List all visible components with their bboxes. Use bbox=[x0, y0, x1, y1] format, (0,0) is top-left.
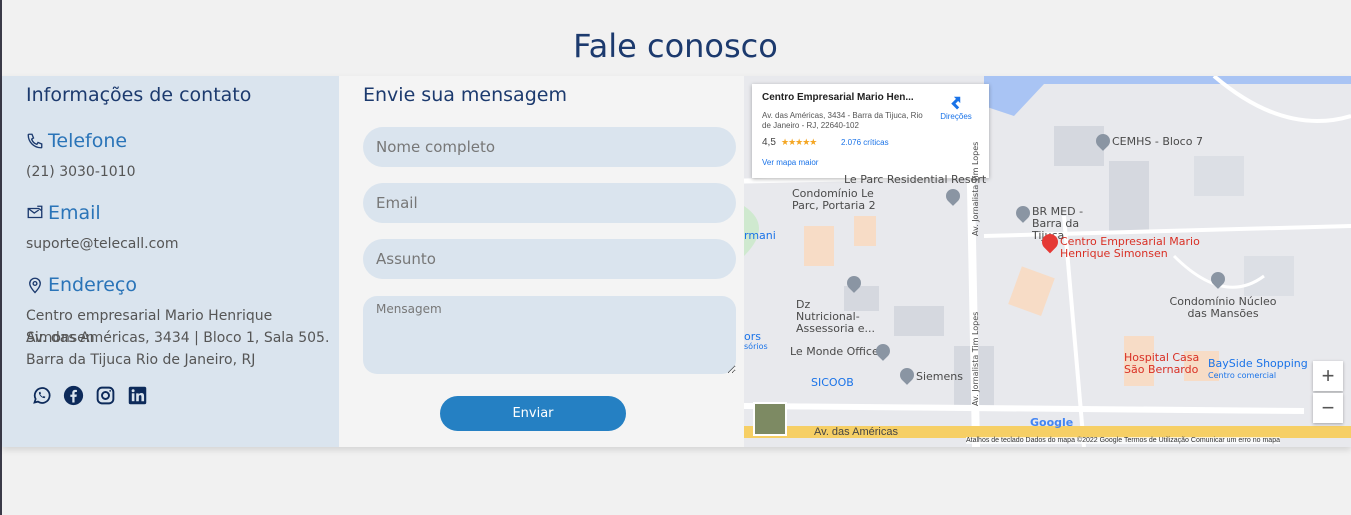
map-label-siemens: Siemens bbox=[916, 370, 963, 383]
contact-section: Informações de contato Telefone (21) 303… bbox=[2, 76, 1351, 447]
contact-heading: Informações de contato bbox=[26, 84, 252, 106]
phone-label: Telefone bbox=[26, 130, 127, 152]
address-label-text: Endereço bbox=[48, 274, 137, 296]
address-line-3: Barra da Tijuca Rio de Janeiro, RJ bbox=[26, 352, 256, 368]
address-line-2: Av. das Américas, 3434 | Bloco 1, Sala 5… bbox=[26, 330, 330, 346]
email-label-text: Email bbox=[48, 202, 101, 224]
phone-icon bbox=[27, 133, 43, 149]
map-label-sorios: sórios bbox=[744, 342, 768, 351]
rating-stars: ★★★★★ bbox=[781, 137, 817, 147]
map-label-dz: Dz Nutricional- Assessoria e... bbox=[796, 298, 876, 335]
social-links bbox=[30, 384, 148, 406]
map-label-condominio-nucleo: Condomínio Núcleo das Mansões bbox=[1169, 295, 1277, 320]
map-label-leparc: Le Parc Residential Resort bbox=[844, 173, 987, 186]
name-field[interactable] bbox=[363, 127, 736, 167]
map-label-target: Centro Empresarial Mario Henrique Simons… bbox=[1060, 235, 1200, 260]
form-heading: Envie sua mensagem bbox=[363, 84, 567, 106]
zoom-in-button[interactable]: + bbox=[1313, 361, 1343, 391]
instagram-icon[interactable] bbox=[94, 384, 116, 406]
map-label-street-tim-1: Av. Jornalista Tim Lopes bbox=[971, 141, 980, 236]
email-value[interactable]: suporte@telecall.com bbox=[26, 233, 179, 255]
place-title[interactable]: Centro Empresarial Mario Hen... bbox=[762, 92, 914, 103]
map-label-sicoob: SICOOB bbox=[811, 376, 854, 389]
address-label: Endereço bbox=[26, 274, 137, 296]
location-icon bbox=[29, 277, 41, 294]
google-map[interactable]: Centro Empresarial Mario Hen... Av. das … bbox=[744, 76, 1351, 447]
whatsapp-icon[interactable] bbox=[30, 384, 52, 406]
place-info-card: Centro Empresarial Mario Hen... Av. das … bbox=[752, 84, 989, 178]
email-icon bbox=[27, 205, 43, 219]
linkedin-icon[interactable] bbox=[126, 384, 148, 406]
send-button[interactable]: Enviar bbox=[440, 396, 626, 431]
subject-field[interactable] bbox=[363, 239, 736, 279]
email-field[interactable] bbox=[363, 183, 736, 223]
place-rating: 4,5 bbox=[762, 137, 776, 148]
message-form: Envie sua mensagem Enviar bbox=[339, 76, 744, 447]
directions-label: Direções bbox=[940, 112, 972, 121]
map-label-bayside-sub: Centro comercial bbox=[1208, 371, 1277, 380]
contact-info-panel: Informações de contato Telefone (21) 303… bbox=[2, 76, 339, 447]
larger-map-link[interactable]: Ver mapa maior bbox=[762, 158, 818, 167]
directions-icon bbox=[951, 96, 961, 110]
map-label-condominio-leparc: Condomínio Le Parc, Portaria 2 bbox=[792, 187, 876, 212]
map-label-cemhs: CEMHS - Bloco 7 bbox=[1112, 135, 1203, 148]
map-label-bayside: BaySide Shopping bbox=[1208, 357, 1308, 370]
map-attribution[interactable]: Atalhos de teclado Dados do mapa ©2022 G… bbox=[966, 437, 1280, 444]
map-label-street-tim-2: Av. Jornalista Tim Lopes bbox=[971, 311, 980, 406]
phone-label-text: Telefone bbox=[48, 130, 128, 152]
place-address: Av. das Américas, 3434 - Barra da Tijuca… bbox=[762, 111, 923, 130]
email-label: Email bbox=[26, 202, 101, 224]
map-label-hospital: Hospital Casa São Bernardo bbox=[1124, 351, 1200, 376]
zoom-out-button[interactable]: − bbox=[1313, 393, 1343, 423]
page-title: Fale conosco bbox=[573, 27, 778, 66]
facebook-icon[interactable] bbox=[62, 384, 84, 406]
reviews-link[interactable]: 2.076 críticas bbox=[841, 138, 889, 147]
google-logo: Google bbox=[1030, 416, 1074, 429]
message-field[interactable] bbox=[363, 296, 736, 374]
map-label-lemonde: Le Monde Office bbox=[790, 345, 879, 358]
map-label-street-americas: Av. das Américas bbox=[814, 426, 898, 438]
directions-button[interactable]: Direções bbox=[934, 92, 978, 121]
phone-value[interactable]: (21) 3030-1010 bbox=[26, 161, 136, 183]
map-label-armani: rmani bbox=[744, 229, 776, 242]
